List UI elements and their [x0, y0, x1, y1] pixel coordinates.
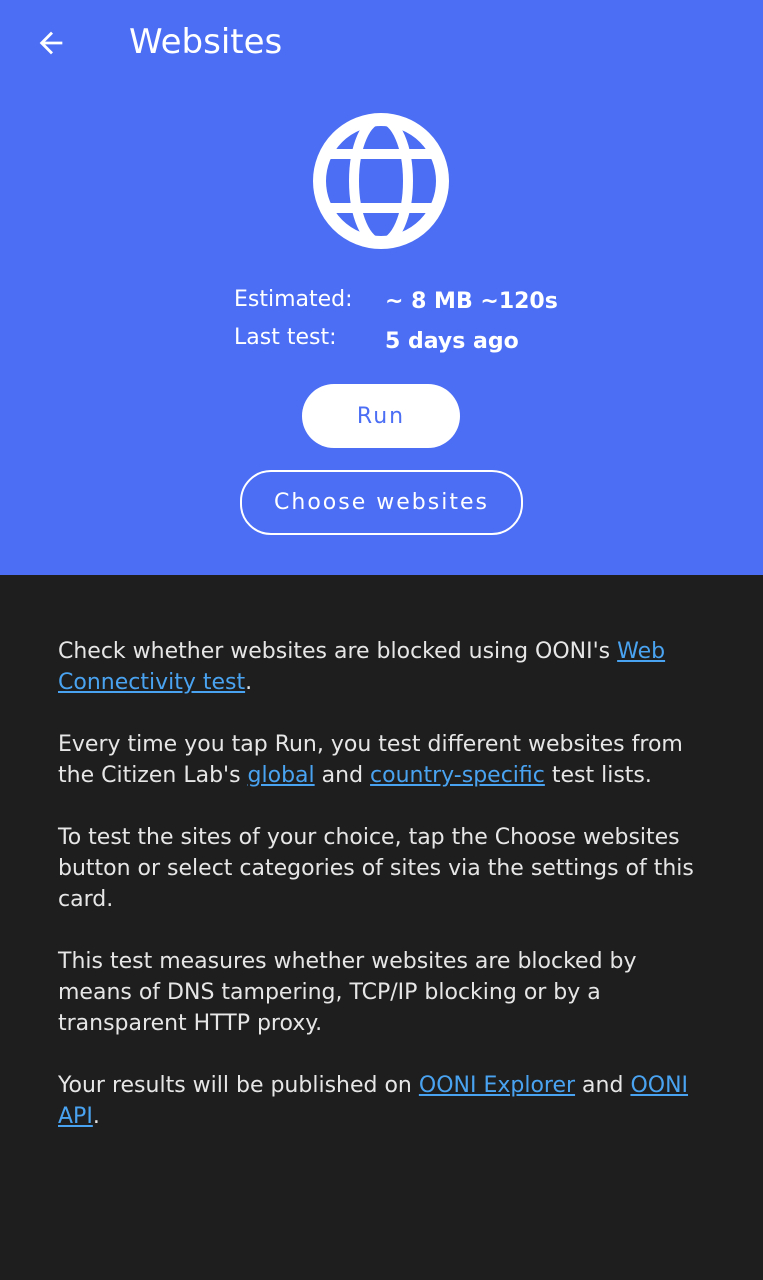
description-text: and — [575, 1073, 631, 1098]
test-description: Check whether websites are blocked using… — [58, 636, 708, 1163]
description-text: Check whether websites are blocked using… — [58, 639, 618, 664]
description-paragraph: Your results will be published on OONI E… — [58, 1070, 708, 1132]
description-text: . — [92, 1104, 100, 1129]
test-header: Websites Estimated: ~ 8 MB ~120s Last te… — [0, 0, 763, 575]
description-paragraph: This test measures whether websites are … — [58, 949, 637, 1036]
last-test-label: Last test: — [234, 325, 337, 350]
page-title: Websites — [129, 22, 283, 62]
back-button[interactable] — [26, 18, 76, 68]
choose-websites-button[interactable]: Choose websites — [240, 470, 523, 535]
description-text: and — [314, 763, 371, 788]
run-button[interactable]: Run — [302, 384, 460, 448]
description-paragraph: Check whether websites are blocked using… — [58, 636, 708, 698]
description-paragraph: Every time you tap Run, you test differe… — [58, 729, 708, 791]
estimated-label: Estimated: — [234, 287, 353, 312]
country-specific-list-link[interactable]: country-specific — [370, 763, 545, 788]
description-text: Your results will be published on — [58, 1073, 419, 1098]
estimated-value: ~ 8 MB ~120s — [385, 289, 558, 314]
last-test-value: 5 days ago — [385, 329, 519, 354]
arrow-left-icon — [39, 31, 63, 55]
ooni-explorer-link[interactable]: OONI Explorer — [419, 1073, 575, 1098]
description-text: test lists. — [544, 763, 652, 788]
globe-icon — [313, 113, 449, 249]
description-paragraph: To test the sites of your choice, tap th… — [58, 825, 694, 912]
global-list-link[interactable]: global — [248, 763, 315, 788]
description-text: . — [245, 670, 253, 695]
